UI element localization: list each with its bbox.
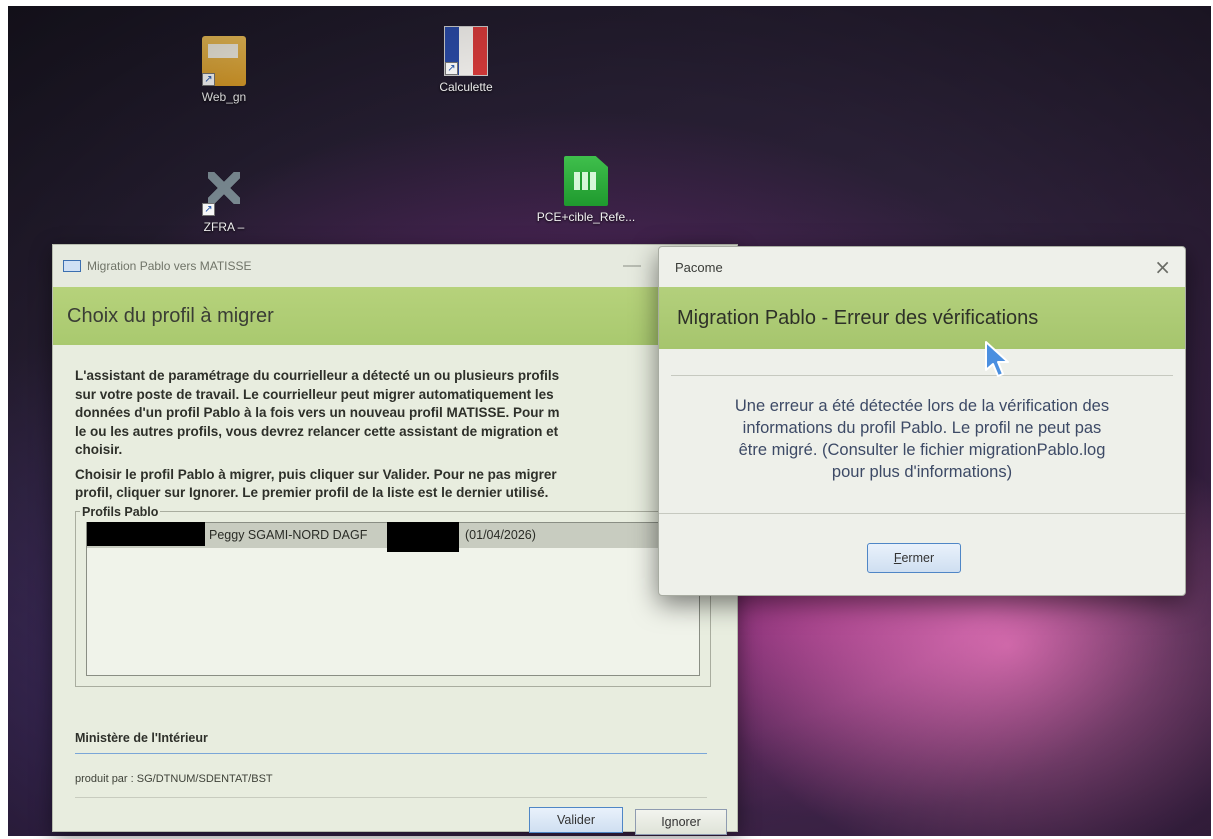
profiles-group-label: Profils Pablo xyxy=(80,502,161,521)
close-button-label: ermer xyxy=(901,551,935,565)
validate-button[interactable]: Valider xyxy=(529,807,623,833)
shortcut-arrow-icon: ↗ xyxy=(445,62,458,75)
migration-heading-banner: Choix du profil à migrer xyxy=(53,287,737,345)
ignore-button[interactable]: Ignorer xyxy=(635,809,727,835)
network-icon: ↗ xyxy=(202,166,246,216)
redacted-block xyxy=(87,521,205,546)
intro-line: le ou les autres profils, vous devrez re… xyxy=(75,423,559,439)
spreadsheet-icon xyxy=(564,156,608,206)
intro-line: sur votre poste de travail. Le courriell… xyxy=(75,386,554,402)
profile-name: Peggy SGAMI-NORD DAGF xyxy=(209,527,368,542)
profile-row[interactable]: Peggy SGAMI-NORD DAGF (01/04/2026) xyxy=(87,521,699,552)
instruction-paragraph: Choisir le profil Pablo à migrer, puis c… xyxy=(75,466,717,503)
error-divider-bottom xyxy=(659,513,1185,514)
migration-heading: Choix du profil à migrer xyxy=(67,304,274,327)
intro-line: choisir. xyxy=(75,442,123,457)
shortcut-arrow-icon: ↗ xyxy=(202,73,215,86)
close-button-mnemonic: F xyxy=(893,551,902,565)
error-dialog: Pacome × Migration Pablo - Erreur des vé… xyxy=(658,246,1186,596)
desktop-icon-label: PCE+cible_Refe... xyxy=(536,210,636,224)
credit-label: produit par : SG/DTNUM/SDENTAT/BST xyxy=(75,773,273,785)
shortcut-arrow-icon: ↗ xyxy=(202,203,215,216)
migration-body: L'assistant de paramétrage du courrielle… xyxy=(53,345,737,687)
desktop-icon-web-gn[interactable]: ↗ Web_gn xyxy=(164,36,284,104)
instruction-line: Choisir le profil Pablo à migrer, puis c… xyxy=(75,466,557,482)
error-heading: Migration Pablo - Erreur des vérificatio… xyxy=(677,306,1039,329)
desktop-icon-label: Calculette xyxy=(439,80,493,94)
desktop-icon-label: Web_gn xyxy=(201,90,247,104)
ministry-label: Ministère de l'Intérieur xyxy=(75,731,208,745)
desktop-icon-pce-cible[interactable]: PCE+cible_Refe... xyxy=(526,156,646,224)
desktop-icon-zfra[interactable]: ↗ ZFRA – xyxy=(164,166,284,234)
mouse-pointer-icon xyxy=(985,341,1009,377)
close-icon[interactable]: × xyxy=(1154,255,1171,279)
footer-separator xyxy=(75,797,707,798)
profile-date: (01/04/2026) xyxy=(465,527,536,542)
migration-window: Migration Pablo vers MATISSE Choix du pr… xyxy=(52,244,738,835)
error-message-line: Une erreur a été détectée lors de la vér… xyxy=(734,397,1110,415)
migration-window-title: Migration Pablo vers MATISSE xyxy=(87,259,252,273)
app-window-icon xyxy=(63,260,81,272)
profiles-group: Profils Pablo Peggy SGAMI-NORD DAGF (01/… xyxy=(75,502,711,687)
instruction-line: profil, cliquer sur Ignorer. Le premier … xyxy=(75,485,549,500)
intro-line: L'assistant de paramétrage du courrielle… xyxy=(75,368,560,383)
error-message-line: informations du profil Pablo. Le profil … xyxy=(742,419,1102,437)
minimize-icon[interactable] xyxy=(623,265,641,267)
desktop-icon-label: ZFRA – xyxy=(203,220,245,234)
calculator-icon: ↗ xyxy=(444,26,488,76)
error-dialog-titlebar[interactable]: Pacome × xyxy=(659,247,1185,287)
footer-divider xyxy=(75,753,707,754)
error-heading-banner: Migration Pablo - Erreur des vérificatio… xyxy=(659,287,1185,349)
error-divider-top xyxy=(671,375,1173,376)
error-message: Une erreur a été détectée lors de la vér… xyxy=(669,395,1175,483)
redacted-block xyxy=(387,521,459,552)
migration-window-titlebar[interactable]: Migration Pablo vers MATISSE xyxy=(53,245,737,287)
intro-paragraph: L'assistant de paramétrage du courrielle… xyxy=(75,367,717,460)
error-message-line: pour plus d'informations) xyxy=(831,463,1013,481)
intro-line: données d'un profil Pablo à la fois vers… xyxy=(75,405,560,420)
close-button[interactable]: Fermer xyxy=(867,543,961,573)
error-message-line: être migré. (Consulter le fichier migrat… xyxy=(738,441,1106,459)
error-dialog-title: Pacome xyxy=(675,259,723,275)
folder-icon: ↗ xyxy=(202,36,246,86)
desktop-icon-calculette[interactable]: ↗ Calculette xyxy=(406,26,526,94)
profiles-listbox[interactable]: Peggy SGAMI-NORD DAGF (01/04/2026) xyxy=(86,521,700,676)
